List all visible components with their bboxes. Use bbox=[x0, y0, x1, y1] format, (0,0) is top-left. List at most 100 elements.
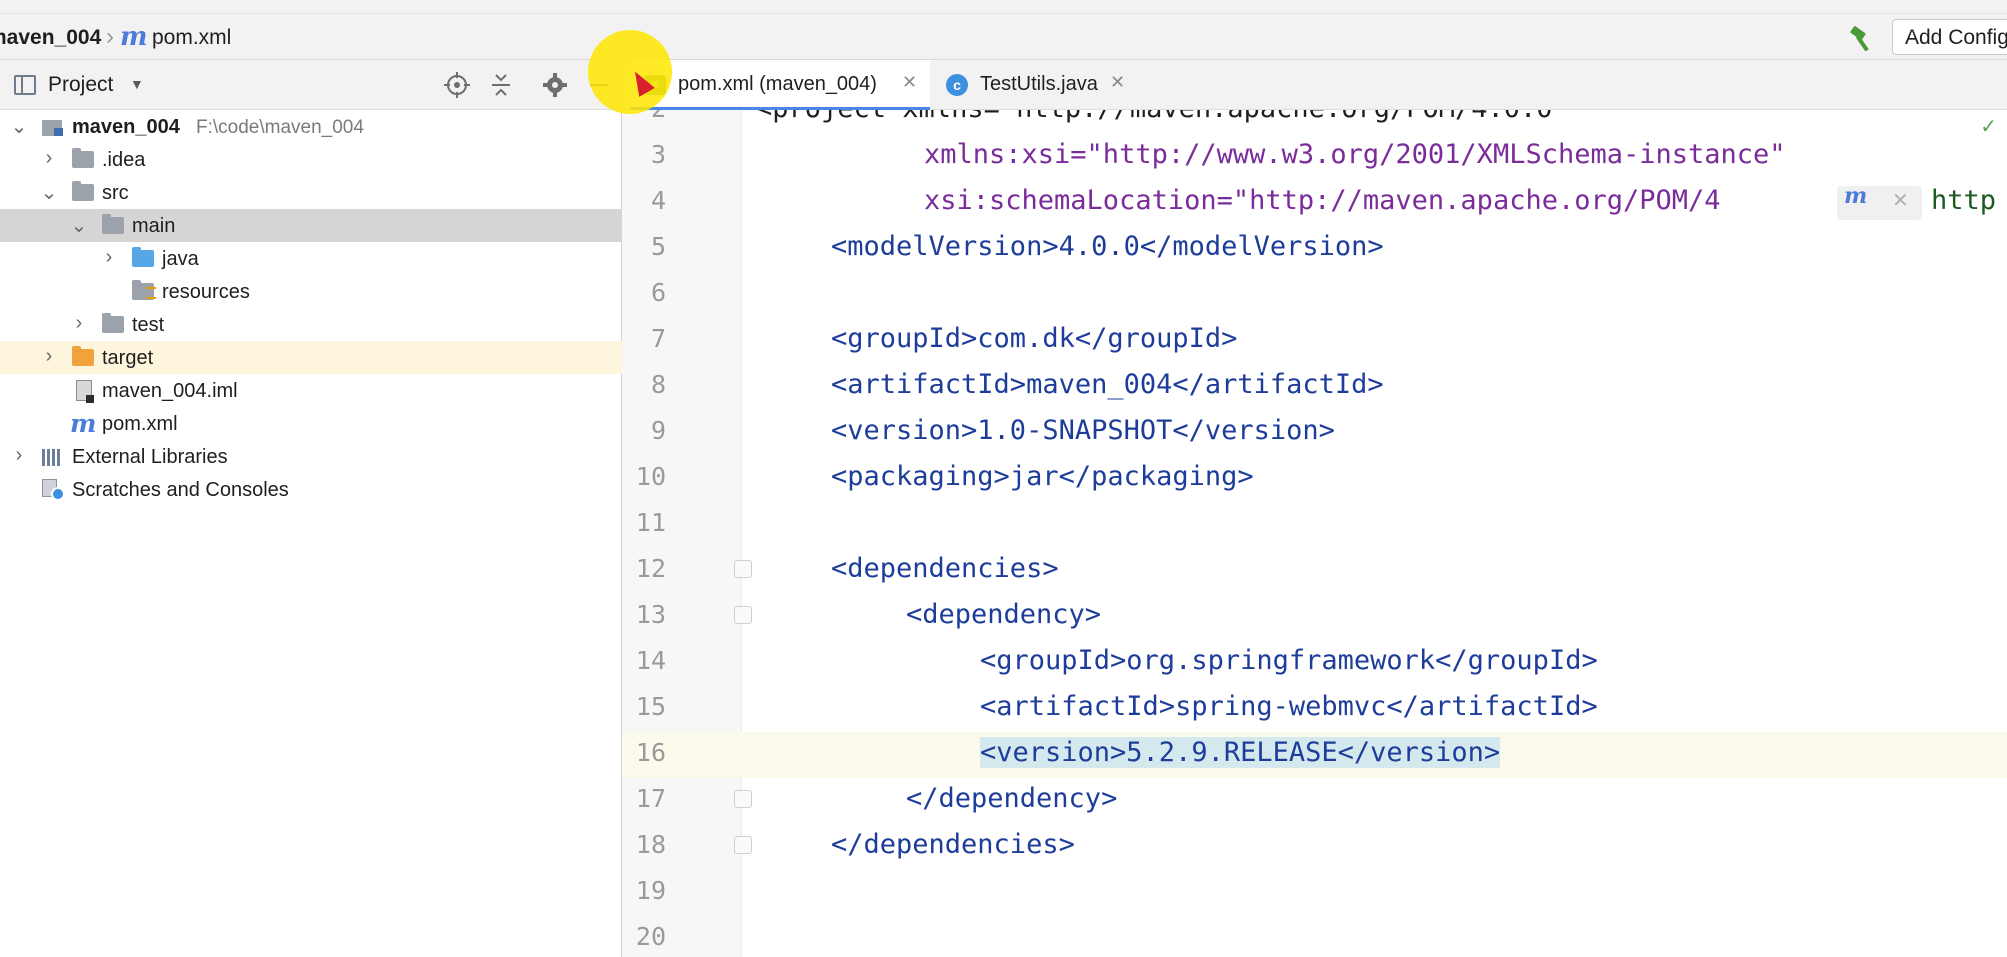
code-line[interactable]: 2 <project xmlns="http://maven.apache.or… bbox=[622, 110, 2007, 138]
code-line[interactable]: 6 bbox=[622, 272, 2007, 318]
tree-item-label: target bbox=[102, 347, 154, 369]
tree-item-resources[interactable]: resources bbox=[0, 275, 622, 308]
close-icon[interactable]: ✕ bbox=[902, 72, 917, 93]
tree-item-iml[interactable]: maven_004.iml bbox=[0, 374, 622, 407]
chevron-down-icon[interactable]: ⌄ bbox=[40, 180, 58, 205]
code-line[interactable]: 17 </dependency> bbox=[622, 778, 2007, 824]
tree-item-label: pom.xml bbox=[102, 413, 178, 435]
code-line[interactable]: 13 <dependency> bbox=[622, 594, 2007, 640]
code-line[interactable]: 7 <groupId>com.dk</groupId> bbox=[622, 318, 2007, 364]
fold-marker-icon[interactable] bbox=[734, 560, 752, 578]
code-line[interactable]: 15 <artifactId>spring-webmvc</artifactId… bbox=[622, 686, 2007, 732]
line-number: 13 bbox=[635, 600, 666, 629]
line-number: 6 bbox=[650, 278, 666, 307]
tree-item-label: test bbox=[132, 314, 165, 336]
chevron-down-icon[interactable]: ⌄ bbox=[70, 213, 88, 238]
line-number: 16 bbox=[635, 738, 666, 767]
close-icon[interactable]: ✕ bbox=[1110, 72, 1125, 93]
tree-item-maven-004[interactable]: ⌄ maven_004 F:\code\maven_004 bbox=[0, 110, 622, 143]
tree-item-main[interactable]: ⌄ main bbox=[0, 209, 622, 242]
hammer-icon[interactable] bbox=[1846, 24, 1876, 54]
excluded-folder-icon bbox=[72, 346, 94, 366]
code-line[interactable]: 19 bbox=[622, 870, 2007, 916]
code-text: <artifactId>maven_004</artifactId> bbox=[831, 369, 1384, 400]
tree-item-label: resources bbox=[162, 281, 250, 303]
tree-item-target[interactable]: › target bbox=[0, 341, 622, 374]
line-number: 4 bbox=[650, 186, 666, 215]
chevron-right-icon[interactable]: › bbox=[10, 444, 28, 467]
chevron-right-icon[interactable]: › bbox=[40, 147, 58, 170]
code-editor[interactable]: 2 <project xmlns="http://maven.apache.or… bbox=[622, 110, 2007, 957]
code-line[interactable]: 20 bbox=[622, 916, 2007, 957]
code-text: <version>5.2.9.RELEASE</version> bbox=[980, 737, 1501, 768]
cursor-highlight bbox=[588, 30, 672, 114]
fold-marker-icon[interactable] bbox=[734, 606, 752, 624]
editor-tab-bar: m pom.xml (maven_004) ✕ c TestUtils.java… bbox=[622, 60, 2007, 110]
code-line[interactable]: 3 xmlns:xsi="http://www.w3.org/2001/XMLS… bbox=[622, 134, 2007, 180]
code-line[interactable]: 8 <artifactId>maven_004</artifactId> bbox=[622, 364, 2007, 410]
maven-m-icon: m bbox=[120, 22, 148, 52]
code-line[interactable]: 14 <groupId>org.springframework</groupId… bbox=[622, 640, 2007, 686]
fold-marker-icon[interactable] bbox=[734, 790, 752, 808]
close-icon[interactable]: ✕ bbox=[1892, 188, 1909, 213]
tree-item-scratches[interactable]: Scratches and Consoles bbox=[0, 473, 622, 506]
chevron-down-icon[interactable]: ⌄ bbox=[10, 114, 28, 139]
tab-label: pom.xml (maven_004) bbox=[678, 73, 877, 95]
tree-item-external-libraries[interactable]: › External Libraries bbox=[0, 440, 622, 473]
code-line[interactable]: 12 <dependencies> bbox=[622, 548, 2007, 594]
tree-item-label: External Libraries bbox=[72, 446, 228, 468]
tree-item-java[interactable]: › java bbox=[0, 242, 622, 275]
menu-bar bbox=[0, 0, 2007, 14]
code-text: <modelVersion>4.0.0</modelVersion> bbox=[831, 231, 1384, 262]
code-line[interactable]: 10 <packaging>jar</packaging> bbox=[622, 456, 2007, 502]
module-path: F:\code\maven_004 bbox=[196, 117, 364, 138]
gear-icon[interactable] bbox=[540, 70, 570, 100]
navigation-bar: maven_004 › m pom.xml Add Configu bbox=[0, 14, 2007, 60]
code-line[interactable]: 18 </dependencies> bbox=[622, 824, 2007, 870]
code-text: </dependency> bbox=[906, 783, 1118, 814]
tree-item-label: Scratches and Consoles bbox=[72, 479, 289, 501]
code-text: <dependency> bbox=[906, 599, 1102, 630]
libraries-icon bbox=[42, 449, 64, 466]
code-line[interactable]: 5 <modelVersion>4.0.0</modelVersion> bbox=[622, 226, 2007, 272]
code-line[interactable]: 9 <version>1.0-SNAPSHOT</version> bbox=[622, 410, 2007, 456]
module-folder-icon bbox=[42, 120, 63, 136]
chevron-right-icon[interactable]: › bbox=[70, 312, 88, 335]
line-number: 7 bbox=[650, 324, 666, 353]
tree-item-idea[interactable]: › .idea bbox=[0, 143, 622, 176]
tab-testutils-java[interactable]: c TestUtils.java ✕ bbox=[932, 60, 1132, 110]
chevron-right-icon[interactable]: › bbox=[100, 246, 118, 269]
tree-item-label: maven_004 bbox=[72, 116, 180, 138]
project-panel-header: Project ▼ bbox=[0, 60, 622, 110]
line-number: 19 bbox=[635, 876, 666, 905]
locate-icon[interactable] bbox=[442, 70, 472, 100]
tree-item-pom[interactable]: m pom.xml bbox=[0, 407, 622, 440]
tab-pom-xml[interactable]: m pom.xml (maven_004) ✕ bbox=[630, 60, 930, 110]
line-number: 8 bbox=[650, 370, 666, 399]
line-number: 11 bbox=[635, 508, 666, 537]
code-text: <artifactId>spring-webmvc</artifactId> bbox=[980, 691, 1598, 722]
collapse-all-icon[interactable] bbox=[486, 70, 516, 100]
project-view-selector[interactable]: Project bbox=[48, 73, 113, 97]
breadcrumb-project[interactable]: maven_004 bbox=[0, 26, 101, 50]
maven-m-icon: m bbox=[70, 409, 97, 438]
breadcrumb-file[interactable]: pom.xml bbox=[152, 26, 231, 50]
chevron-down-icon[interactable]: ▼ bbox=[130, 76, 144, 92]
code-text: <dependencies> bbox=[831, 553, 1059, 584]
code-line[interactable]: 4 xsi:schemaLocation="http://maven.apach… bbox=[622, 180, 2007, 226]
folder-icon bbox=[102, 214, 124, 234]
line-number: 9 bbox=[650, 416, 666, 445]
code-line[interactable]: 11 bbox=[622, 502, 2007, 548]
line-number: 17 bbox=[635, 784, 666, 813]
line-number: 12 bbox=[635, 554, 666, 583]
chevron-right-icon[interactable]: › bbox=[40, 345, 58, 368]
code-line-current[interactable]: 16 <version>5.2.9.RELEASE</version> bbox=[622, 732, 2007, 778]
tree-item-src[interactable]: ⌄ src bbox=[0, 176, 622, 209]
add-configuration-button[interactable]: Add Configu bbox=[1892, 19, 2007, 55]
code-text: <version>1.0-SNAPSHOT</version> bbox=[831, 415, 1335, 446]
line-number: 3 bbox=[650, 140, 666, 169]
line-number: 14 bbox=[635, 646, 666, 675]
tree-item-test[interactable]: › test bbox=[0, 308, 622, 341]
fold-marker-icon[interactable] bbox=[734, 836, 752, 854]
project-icon bbox=[14, 75, 36, 95]
